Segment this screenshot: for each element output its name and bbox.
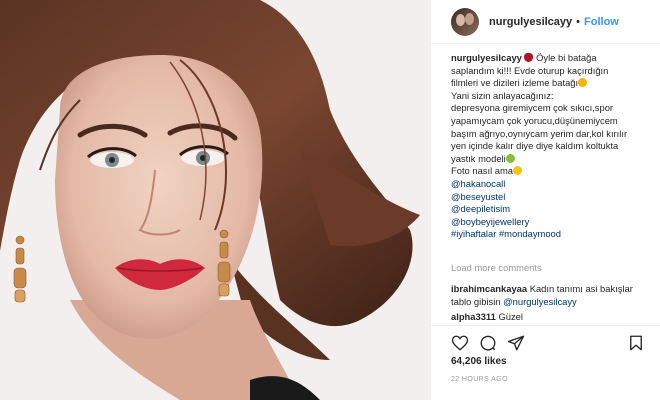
avatar-face-1 xyxy=(456,13,465,26)
header-separator: • xyxy=(576,15,581,28)
mention-link[interactable]: @hakanocall xyxy=(451,178,651,191)
comment-item: ibrahimcankayaa Kadın tanımı asi bakışla… xyxy=(451,282,651,308)
caption-line: depresyona giremiycem çok sıkıcı,spor xyxy=(451,102,614,114)
comment-text: Güzel xyxy=(498,311,523,322)
comment-username[interactable]: alpha3311 xyxy=(451,311,496,322)
comment-text: Kadın tanımı asi bakışlar xyxy=(529,283,633,294)
avatar[interactable] xyxy=(451,7,479,36)
comment-username[interactable]: ibrahimcankayaa xyxy=(451,283,527,294)
heart-icon[interactable] xyxy=(451,334,469,352)
post-photo[interactable] xyxy=(0,0,430,400)
mention-link[interactable]: @deepiletisim xyxy=(451,203,651,216)
portrait-image xyxy=(0,0,430,400)
bookmark-icon[interactable] xyxy=(627,334,645,352)
caption-line: Öyle bi batağa xyxy=(536,52,597,63)
comment-item: alpha3311 Güzel xyxy=(451,311,523,322)
comment-mention[interactable]: @nurgulyesilcayy xyxy=(503,296,577,307)
caption-line: filmleri ve dizileri izleme batağı xyxy=(451,77,579,89)
post-caption: nurgulyesilcayy Öyle bi batağa saplandım… xyxy=(451,52,651,241)
post-timestamp: 22 HOURS AGO xyxy=(451,376,508,383)
post-header: nurgulyesilcayy • Follow xyxy=(431,0,660,44)
action-bar xyxy=(431,325,660,356)
instagram-post: nurgulyesilcayy • Follow nurgulyesilcayy… xyxy=(0,0,660,400)
comment-text: tablo gibisin xyxy=(451,296,501,307)
caption-line: yen içinde kalır diye diye kaldım koltuk… xyxy=(451,140,619,152)
avatar-face-2 xyxy=(465,12,474,25)
lips-emoji-icon xyxy=(524,53,534,62)
load-more-comments[interactable]: Load more comments xyxy=(451,262,542,273)
caption-line: Yani sizin anlayacağınız: xyxy=(451,89,554,101)
tongue-emoji-icon xyxy=(578,78,588,88)
likes-count[interactable]: 64,206 likes xyxy=(451,356,507,367)
share-icon[interactable] xyxy=(507,334,525,352)
header-username[interactable]: nurgulyesilcayy xyxy=(489,16,572,28)
caption-username[interactable]: nurgulyesilcayy xyxy=(451,52,522,63)
mention-link[interactable]: @boybeyijewellery xyxy=(451,216,651,229)
caption-line: Foto nasıl ama xyxy=(451,165,514,177)
mention-link[interactable]: @beseyustel xyxy=(451,191,651,204)
nerd-emoji-icon xyxy=(505,153,515,163)
hashtags-link[interactable]: #iyihaftalar #mondaymood xyxy=(451,228,651,241)
caption-line: yapamıycam çok yorucu,düşünemiycem xyxy=(451,114,618,126)
caption-line: yastık modeli xyxy=(451,152,506,164)
follow-button[interactable]: Follow xyxy=(584,16,619,28)
smile-emoji-icon xyxy=(513,166,523,176)
post-sidebar: nurgulyesilcayy • Follow nurgulyesilcayy… xyxy=(430,0,660,400)
comment-icon[interactable] xyxy=(479,334,497,352)
caption-line: başım ağrıyo,oynıycam yerim dar,kol kırı… xyxy=(451,127,628,139)
caption-line: saplandım ki!!! Evde oturup kaçırdığın xyxy=(451,64,609,76)
